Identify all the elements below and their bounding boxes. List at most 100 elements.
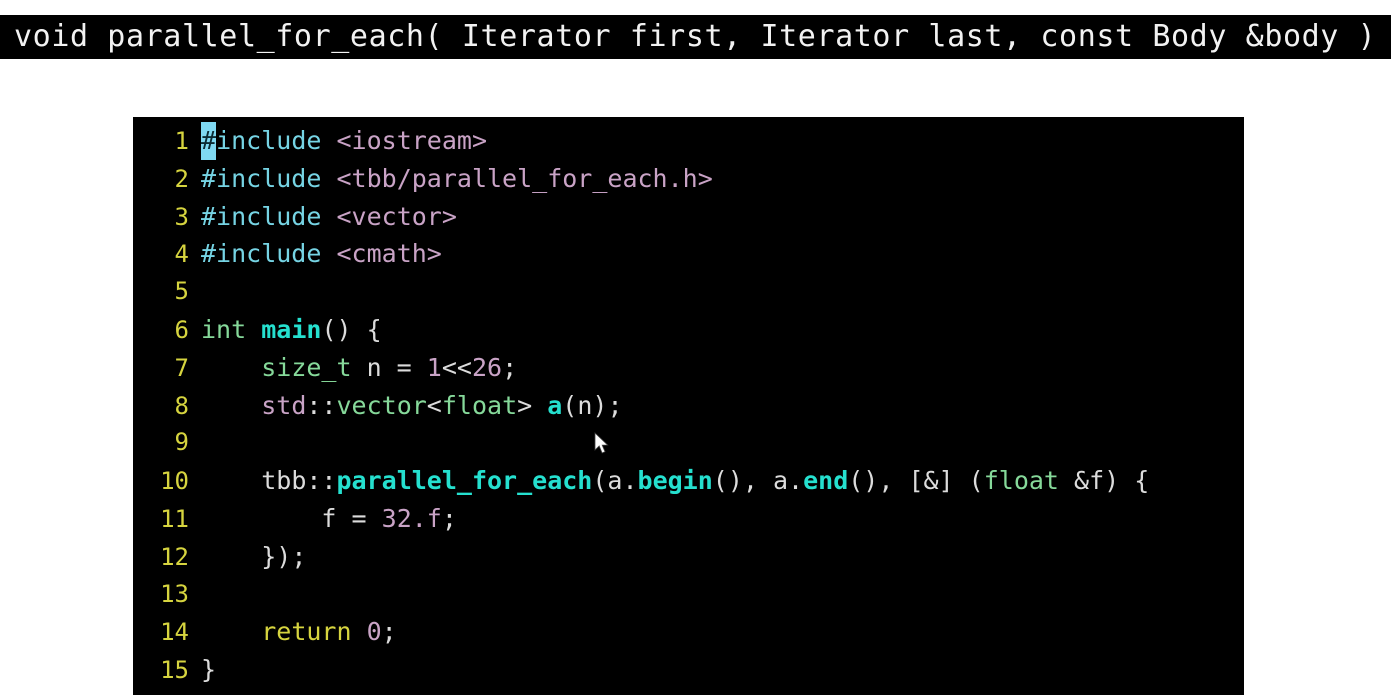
- token-indent-8: [201, 391, 261, 420]
- token-function-parallel-for-each: parallel_for_each: [336, 466, 593, 496]
- token-space-14: [352, 617, 367, 646]
- slide-canvas: void parallel_for_each( Iterator first, …: [0, 0, 1391, 695]
- token-scope-8: ::: [306, 390, 337, 420]
- token-space-1: [321, 126, 336, 155]
- code-line-12-text: });: [201, 538, 306, 576]
- code-line-10: 10 tbb::parallel_for_each(a.begin(), a.e…: [133, 462, 1244, 500]
- token-include-3: #include: [201, 201, 322, 231]
- code-line-4-text: #include <cmath>: [201, 235, 442, 273]
- token-indent-10: [201, 466, 261, 495]
- token-type-int: int: [201, 314, 247, 344]
- line-number-13: 13: [160, 579, 189, 608]
- code-block[interactable]: 1 #include <iostream> 2 #include <tbb/pa…: [133, 117, 1244, 695]
- code-line-6-text: int main() {: [201, 311, 382, 349]
- token-lambda-capture-10: (), [&] (: [848, 466, 984, 496]
- token-angler-8: >: [517, 390, 548, 420]
- token-namespace-std: std: [261, 390, 307, 420]
- line-number-3: 3: [174, 202, 189, 231]
- token-number-0: 0: [366, 617, 382, 647]
- line-number-8: 8: [174, 391, 189, 420]
- token-semicolon-7: ;: [502, 352, 518, 382]
- token-header-cmath: <cmath>: [336, 239, 442, 269]
- token-function-main: main: [261, 314, 322, 344]
- token-semicolon-11: ;: [441, 503, 457, 533]
- token-indent-11: [201, 504, 321, 533]
- token-lambda-param-10: &f) {: [1058, 466, 1150, 496]
- code-line-14-text: return 0;: [201, 613, 397, 651]
- token-variable-a: a: [547, 390, 563, 420]
- token-space-3: [321, 202, 336, 231]
- token-assign-11: f =: [321, 503, 382, 533]
- line-number-1: 1: [174, 127, 189, 155]
- line-number-6: 6: [174, 315, 189, 344]
- code-line-3: 3 #include <vector>: [133, 198, 1244, 236]
- token-close-brace-15: }: [201, 655, 217, 685]
- line-number-14: 14: [160, 618, 189, 647]
- token-assign-7: n =: [351, 352, 427, 382]
- line-number-2: 2: [174, 164, 189, 193]
- token-space-2: [321, 164, 336, 193]
- token-semicolon-14: ;: [381, 617, 397, 647]
- line-number-10: 10: [160, 467, 189, 496]
- token-args-open-10: (a.: [592, 466, 638, 496]
- code-line-1: 1 #include <iostream>: [133, 122, 1244, 160]
- code-line-7-text: size_t n = 1<<26;: [201, 349, 517, 387]
- code-line-15-text: }: [201, 651, 216, 689]
- token-space-4: [321, 239, 336, 268]
- token-number-26: 26: [471, 352, 503, 382]
- token-namespace-tbb: tbb: [261, 466, 307, 496]
- token-punct-6: () {: [321, 314, 382, 344]
- token-number-1: 1: [426, 352, 442, 382]
- token-indent-12: [201, 542, 261, 571]
- token-keyword-return: return: [261, 617, 352, 647]
- code-line-6: 6 int main() {: [133, 311, 1244, 349]
- code-line-8-text: std::vector<float> a(n);: [201, 387, 623, 425]
- line-number-4: 4: [174, 240, 189, 269]
- token-number-32f: 32.f: [381, 503, 442, 533]
- token-type-float-8: float: [441, 390, 518, 420]
- token-header-iostream: <iostream>: [336, 126, 487, 155]
- token-type-size-t: size_t: [261, 352, 352, 382]
- code-line-12: 12 });: [133, 538, 1244, 576]
- code-line-2: 2 #include <tbb/parallel_for_each.h>: [133, 160, 1244, 198]
- token-function-end: end: [803, 466, 849, 496]
- token-shift-operator: <<: [441, 352, 472, 382]
- token-header-tbb: <tbb/parallel_for_each.h>: [336, 163, 713, 193]
- code-line-14: 14 return 0;: [133, 613, 1244, 651]
- text-cursor: #: [201, 122, 217, 160]
- token-space-6: [246, 315, 261, 344]
- token-args-8: (n);: [562, 390, 623, 420]
- code-line-11: 11 f = 32.f;: [133, 500, 1244, 538]
- code-line-2-text: #include <tbb/parallel_for_each.h>: [201, 160, 713, 198]
- code-line-4: 4 #include <cmath>: [133, 235, 1244, 273]
- token-args-mid-10: (), a.: [712, 466, 804, 496]
- token-indent-7: [201, 353, 261, 382]
- token-scope-10: ::: [306, 466, 337, 496]
- line-number-7: 7: [174, 353, 189, 382]
- function-signature-text: void parallel_for_each( Iterator first, …: [14, 19, 1377, 54]
- token-function-begin: begin: [637, 466, 713, 496]
- function-signature-banner: void parallel_for_each( Iterator first, …: [0, 15, 1391, 59]
- code-line-8: 8 std::vector<float> a(n);: [133, 387, 1244, 425]
- token-include-4: #include: [201, 239, 322, 269]
- code-line-7: 7 size_t n = 1<<26;: [133, 349, 1244, 387]
- token-type-vector: vector: [336, 390, 427, 420]
- line-number-12: 12: [160, 542, 189, 571]
- token-type-float-10: float: [983, 466, 1059, 496]
- token-anglel-8: <: [426, 390, 442, 420]
- token-close-lambda-12: });: [261, 541, 307, 571]
- code-line-13: 13: [133, 576, 1244, 614]
- token-header-vector: <vector>: [336, 201, 457, 231]
- code-line-11-text: f = 32.f;: [201, 500, 457, 538]
- token-include-1: include: [216, 126, 322, 155]
- code-line-10-text: tbb::parallel_for_each(a.begin(), a.end(…: [201, 462, 1149, 500]
- line-number-9: 9: [174, 428, 189, 457]
- line-number-5: 5: [174, 277, 189, 306]
- code-line-1-text: #include <iostream>: [201, 122, 487, 160]
- line-number-11: 11: [160, 504, 189, 533]
- token-indent-14: [201, 617, 261, 646]
- code-line-9: 9: [133, 424, 1244, 462]
- token-include-2: #include: [201, 163, 322, 193]
- line-number-15: 15: [160, 656, 189, 685]
- code-line-15: 15 }: [133, 651, 1244, 689]
